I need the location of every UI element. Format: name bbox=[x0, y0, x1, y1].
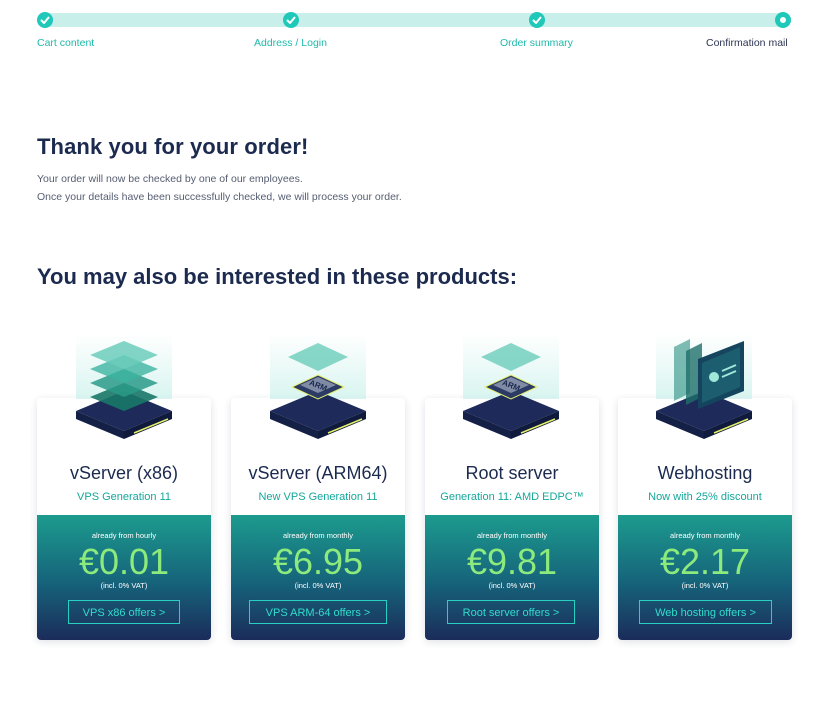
price-value: €9.81 bbox=[466, 541, 558, 582]
vps-arm64-offers-button[interactable]: VPS ARM-64 offers > bbox=[249, 600, 387, 624]
price-box: already from monthly €9.81 (incl. 0% VAT… bbox=[425, 515, 599, 640]
page-title: Thank you for your order! bbox=[37, 134, 309, 159]
order-message-line2: Once your details have been successfully… bbox=[37, 191, 402, 203]
price-note: already from monthly bbox=[669, 531, 741, 540]
step-label-cart[interactable]: Cart content bbox=[37, 37, 94, 49]
price-note: already from hourly bbox=[91, 531, 157, 540]
price-vat: (incl. 0% VAT) bbox=[488, 581, 536, 590]
product-title: vServer (x86) bbox=[69, 463, 179, 483]
product-title: vServer (ARM64) bbox=[248, 463, 388, 483]
step-summary-done-icon bbox=[529, 12, 545, 28]
step-cart-done-icon bbox=[37, 12, 53, 28]
vps-x86-offers-button[interactable]: VPS x86 offers > bbox=[68, 600, 180, 624]
step-label-address[interactable]: Address / Login bbox=[254, 37, 327, 49]
root-server-offers-button[interactable]: Root server offers > bbox=[447, 600, 575, 624]
web-hosting-offers-button[interactable]: Web hosting offers > bbox=[639, 600, 772, 624]
product-subtitle: Generation 11: AMD EDPC™ bbox=[440, 491, 584, 503]
price-vat: (incl. 0% VAT) bbox=[294, 581, 342, 590]
price-box: already from monthly €6.95 (incl. 0% VAT… bbox=[231, 515, 405, 640]
price-vat: (incl. 0% VAT) bbox=[100, 581, 148, 590]
checkout-progress bbox=[37, 12, 793, 28]
product-subtitle: Now with 25% discount bbox=[648, 491, 762, 503]
step-label-confirmation: Confirmation mail bbox=[706, 37, 788, 49]
product-title: Webhosting bbox=[657, 463, 753, 483]
price-value: €0.01 bbox=[78, 541, 170, 582]
product-subtitle: VPS Generation 11 bbox=[77, 491, 171, 503]
step-label-summary[interactable]: Order summary bbox=[500, 37, 573, 49]
price-note: already from monthly bbox=[282, 531, 354, 540]
products-heading: You may also be interested in these prod… bbox=[37, 264, 518, 289]
price-value: €6.95 bbox=[272, 541, 364, 582]
step-address-done-icon bbox=[283, 12, 299, 28]
step-confirmation-current-icon bbox=[775, 12, 791, 28]
price-note: already from monthly bbox=[476, 531, 548, 540]
web-panels-icon bbox=[656, 333, 752, 439]
arm-chip-icon: ARM bbox=[463, 333, 559, 439]
price-box: already from hourly €0.01 (incl. 0% VAT)… bbox=[37, 515, 211, 640]
order-message-line1: Your order will now be checked by one of… bbox=[37, 173, 303, 185]
stacked-layers-icon bbox=[76, 333, 172, 439]
price-vat: (incl. 0% VAT) bbox=[681, 581, 729, 590]
product-title: Root server bbox=[465, 463, 559, 483]
price-box: already from monthly €2.17 (incl. 0% VAT… bbox=[618, 515, 792, 640]
arm-chip-icon: ARM bbox=[270, 333, 366, 439]
product-subtitle: New VPS Generation 11 bbox=[258, 491, 378, 503]
progress-track bbox=[45, 13, 785, 27]
price-value: €2.17 bbox=[659, 541, 751, 582]
